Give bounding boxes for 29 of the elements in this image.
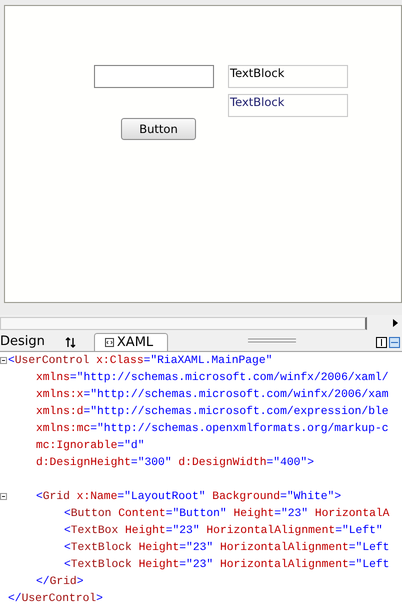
collapse-icon[interactable] <box>0 357 7 364</box>
code-line: mc:Ignorable="d" <box>35 438 146 454</box>
code-line: xmlns:x="http://schemas.microsoft.com/winfx/2006/xam <box>35 388 390 403</box>
xaml-doc-icon <box>104 338 114 347</box>
code-line: <TextBlock Height="23" HorizontalAlignment="Left <box>63 540 390 556</box>
swap-arrows-icon[interactable] <box>64 337 76 348</box>
tab[interactable]: Design <box>0 333 51 351</box>
text-box[interactable] <box>94 65 214 88</box>
code-line: <TextBlock Height="23" HorizontalAlignment="Left <box>63 558 390 573</box>
code-line: xmlns="http://schemas.microsoft.com/winfx/2006/xaml/ <box>35 370 390 386</box>
code-line: xmlns:mc="http://schemas.openxmlformats.org/markup-c <box>35 422 390 437</box>
code-line: </UserControl> <box>8 592 104 607</box>
code-line: d:DesignHeight="300" d:DesignWidth="400"> <box>35 456 315 471</box>
tab[interactable]: XAML <box>94 333 168 351</box>
code-line: <TextBox Height="23" HorizontalAlignment="Left" <box>63 524 384 539</box>
right-arrow-icon[interactable] <box>393 319 398 327</box>
button[interactable]: Button <box>121 118 196 140</box>
splitter-grip-icon[interactable] <box>248 338 296 343</box>
code-line: </Grid> <box>35 574 84 590</box>
code-line: <Button Content="Button" Height="23" HorizontalA <box>63 506 390 522</box>
horizontal-scrollbar[interactable] <box>0 316 367 330</box>
text-block: TextBlock <box>228 65 348 88</box>
text-block: TextBlock <box>228 94 348 117</box>
code-line: xmlns:d="http://schemas.microsoft.com/expression/ble <box>35 404 390 420</box>
code-line: <UserControl x:Class="RiaXAML.MainPage" <box>8 353 390 370</box>
vertical-split-icon[interactable] <box>376 337 387 348</box>
horizontal-split-icon[interactable] <box>389 337 400 348</box>
collapse-icon[interactable] <box>0 493 7 500</box>
code-line: <Grid x:Name="LayoutRoot" Background="White"> <box>8 489 390 506</box>
